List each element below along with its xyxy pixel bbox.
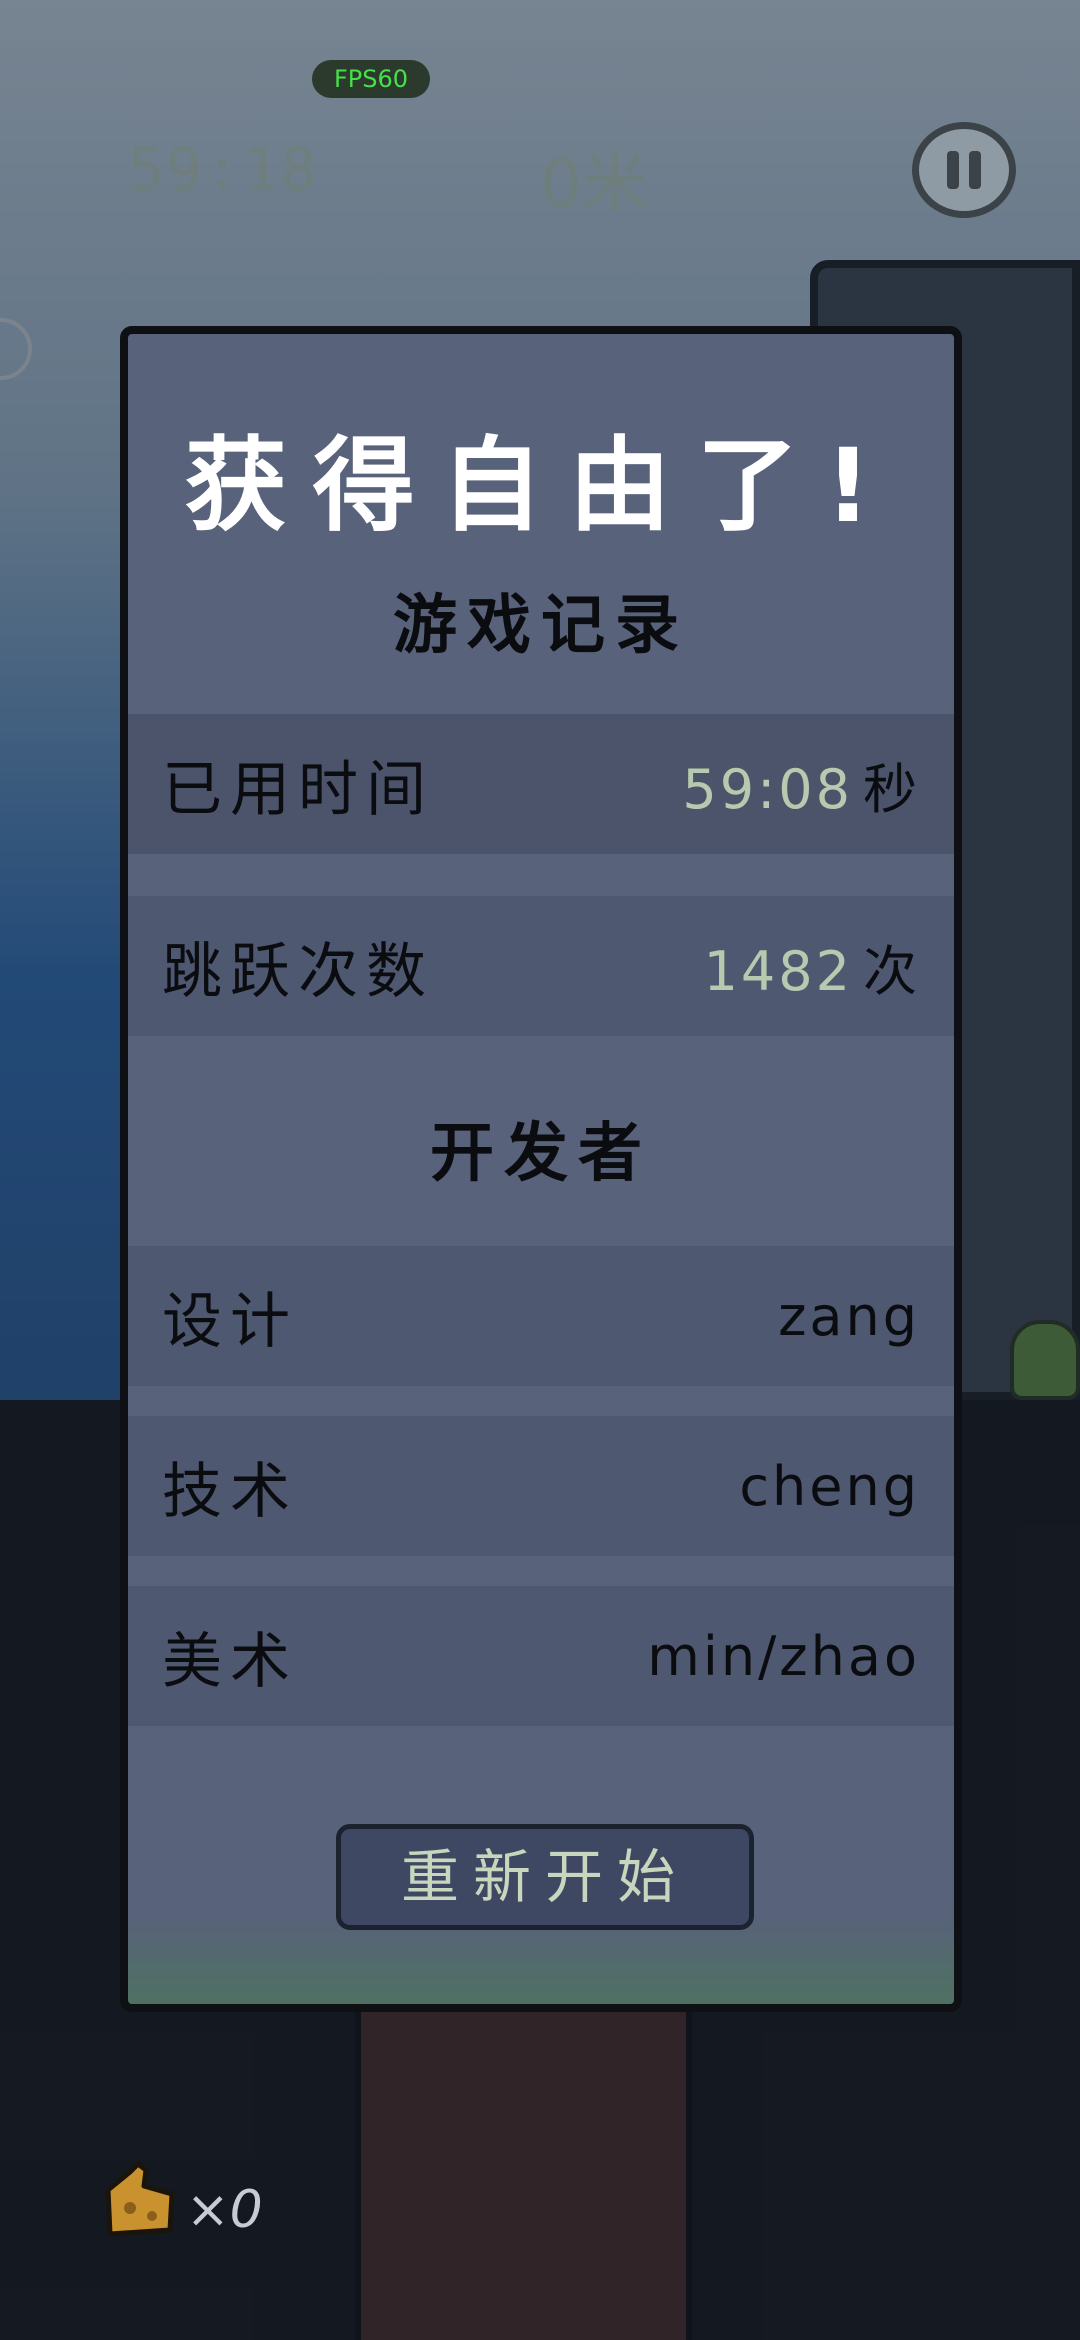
cheese-icon	[105, 2161, 175, 2237]
result-dialog: 获得自由了! 游戏记录 已用时间 59:08 秒 跳跃次数 1482 次 开发者 设…	[120, 326, 962, 2012]
pause-button[interactable]	[912, 122, 1016, 218]
dialog-title: 获得自由了!	[184, 427, 898, 546]
dev-row-tech: 技术 cheng	[128, 1416, 954, 1556]
row-label: 技术	[162, 1456, 298, 1527]
hud-timer: 59:18	[128, 135, 319, 205]
developers-section-title: 开发者	[430, 1117, 652, 1191]
hud-distance: 0米	[540, 145, 648, 222]
row-value: 59:08 秒	[682, 745, 920, 824]
row-label: 美术	[162, 1626, 298, 1697]
fps-counter: FPS60	[312, 60, 430, 98]
restart-button[interactable]: 重新开始	[336, 1824, 754, 1930]
time-value: 59:08	[682, 757, 853, 821]
record-section-title: 游戏记录	[393, 589, 689, 663]
row-label: 已用时间	[162, 754, 434, 825]
pause-icon	[947, 151, 959, 189]
jumps-value: 1482	[703, 939, 853, 1003]
dev-row-design: 设计 zang	[128, 1246, 954, 1386]
row-value: zang	[778, 1284, 920, 1348]
dev-row-art: 美术 min/zhao	[128, 1586, 954, 1726]
row-value: min/zhao	[647, 1624, 920, 1688]
cheese-count: ×0	[186, 2180, 263, 2240]
time-unit: 秒	[863, 757, 920, 821]
row-label: 设计	[162, 1286, 298, 1357]
record-row-time: 已用时间 59:08 秒	[128, 714, 954, 854]
row-value: 1482 次	[704, 927, 920, 1006]
row-value: cheng	[739, 1454, 920, 1518]
row-label: 跳跃次数	[162, 936, 434, 1007]
record-row-jumps: 跳跃次数 1482 次	[128, 896, 954, 1036]
jumps-unit: 次	[863, 939, 920, 1003]
